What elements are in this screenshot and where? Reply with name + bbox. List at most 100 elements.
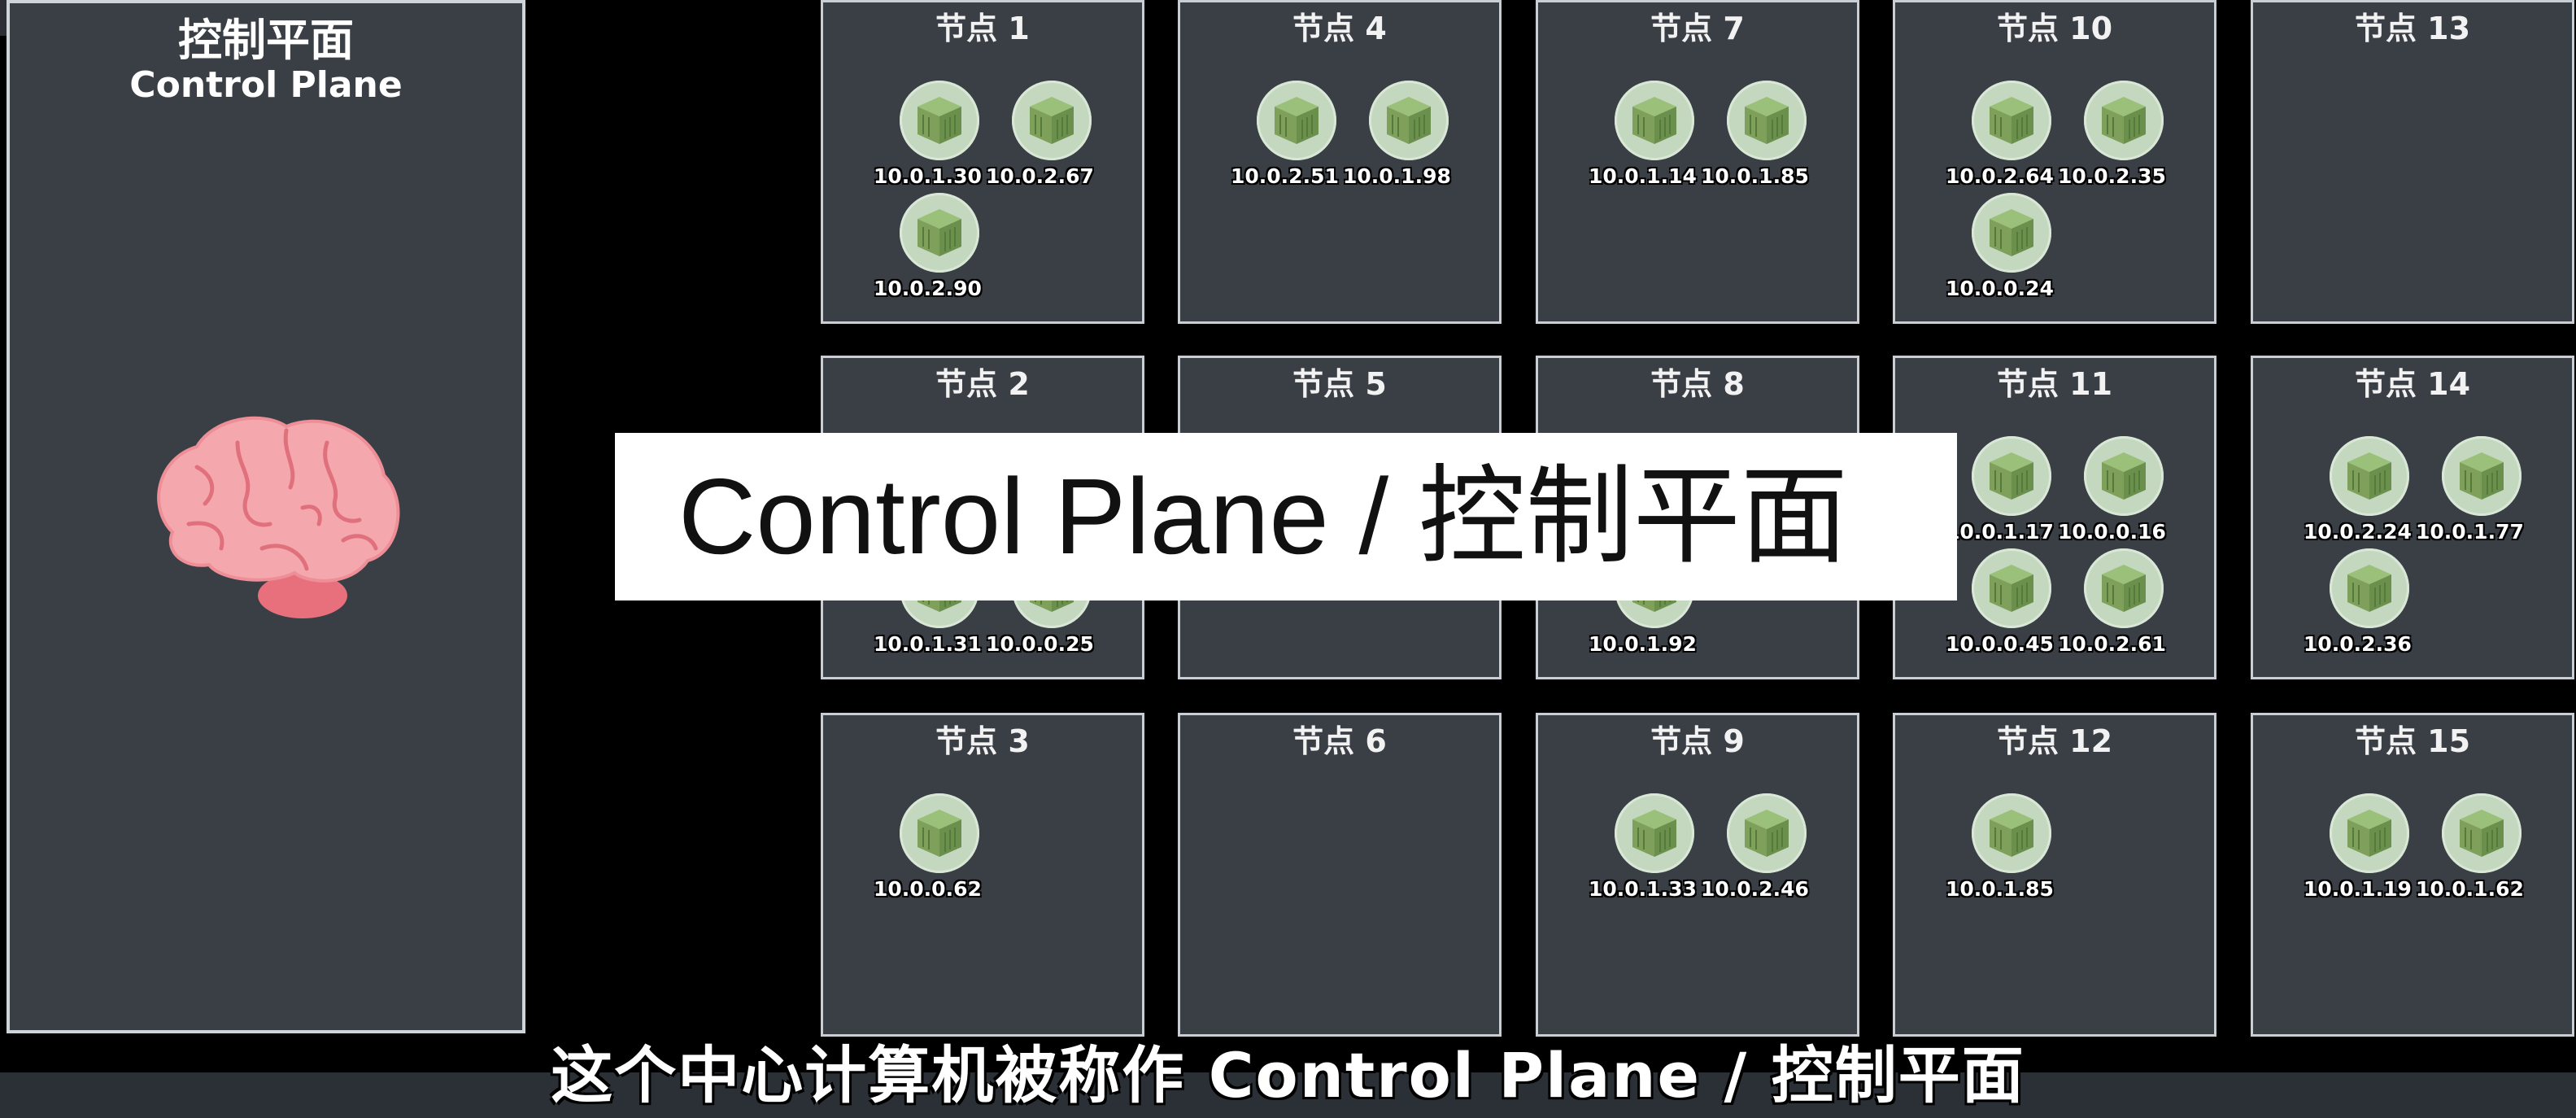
node-title: 节点 5 xyxy=(1292,366,1387,402)
container-cube-icon xyxy=(900,793,979,873)
pod-ip-label: 10.0.1.98 xyxy=(1343,164,1451,188)
container-cube-icon xyxy=(1727,81,1807,160)
pod-ip-label: 10.0.2.90 xyxy=(874,277,982,300)
pod: 10.0.1.19 xyxy=(2304,793,2417,901)
pod: 10.0.0.24 xyxy=(1946,193,2059,300)
brain-icon xyxy=(157,416,400,618)
container-cube-icon xyxy=(900,81,979,160)
worker-node: 节点 7 10.0.1.14 10.0.1.85 xyxy=(1536,0,1859,324)
pod-ip-label: 10.0.1.14 xyxy=(1589,164,1697,188)
pod-ip-label: 10.0.1.85 xyxy=(1946,877,2054,901)
node-title: 节点 14 xyxy=(2354,366,2471,402)
pod: 10.0.0.45 xyxy=(1946,548,2059,656)
pod-ip-label: 10.0.1.33 xyxy=(1589,877,1697,901)
container-cube-icon xyxy=(1369,81,1449,160)
container-cube-icon xyxy=(2442,793,2522,873)
node-title: 节点 4 xyxy=(1292,11,1387,46)
container-cube-icon xyxy=(1972,81,2051,160)
pod: 10.0.1.17 xyxy=(1946,436,2059,544)
pod-ip-label: 10.0.2.67 xyxy=(986,164,1094,188)
container-cube-icon xyxy=(2330,548,2409,628)
container-cube-icon xyxy=(2330,436,2409,516)
worker-node: 节点 14 10.0.2.24 10.0.1.77 10.0.2.36 xyxy=(2251,356,2574,679)
node-title: 节点 1 xyxy=(935,11,1030,46)
pod-ip-label: 10.0.1.17 xyxy=(1946,520,2054,544)
container-cube-icon xyxy=(2442,436,2522,516)
container-cube-icon xyxy=(1972,436,2051,516)
pod-ip-label: 10.0.0.25 xyxy=(986,632,1094,656)
control-plane-title-cn: 控制平面 xyxy=(178,15,354,66)
container-cube-icon xyxy=(1727,793,1807,873)
worker-node: 节点 4 10.0.2.51 10.0.1.98 xyxy=(1178,0,1502,324)
container-cube-icon xyxy=(1972,193,2051,273)
pod-ip-label: 10.0.0.62 xyxy=(874,877,982,901)
control-plane-panel: 控制平面 Control Plane xyxy=(7,0,525,1033)
worker-node: 节点 15 10.0.1.19 10.0.1.62 xyxy=(2251,713,2574,1037)
node-title: 节点 6 xyxy=(1292,723,1387,759)
container-cube-icon xyxy=(2330,793,2409,873)
pod: 10.0.2.51 xyxy=(1231,81,1345,188)
container-cube-icon xyxy=(1972,548,2051,628)
pod-ip-label: 10.0.2.61 xyxy=(2058,632,2166,656)
worker-node: 节点 12 10.0.1.85 xyxy=(1893,713,2216,1037)
pod-ip-label: 10.0.2.35 xyxy=(2058,164,2166,188)
pod: 10.0.1.98 xyxy=(1343,81,1457,188)
pod: 10.0.1.85 xyxy=(1946,793,2059,901)
pod: 10.0.1.62 xyxy=(2416,793,2530,901)
container-cube-icon xyxy=(1972,793,2051,873)
worker-node: 节点 1 10.0.1.30 10.0.2.67 10.0.2.90 xyxy=(821,0,1144,324)
video-frame: › 控制平面 Control Plane 节点 110.0.1.3010.0.2… xyxy=(0,0,2576,1118)
pod: 10.0.2.24 xyxy=(2304,436,2417,544)
pod-ip-label: 10.0.1.19 xyxy=(2304,877,2412,901)
worker-node: 节点 6 xyxy=(1178,713,1502,1037)
pod: 10.0.2.64 xyxy=(1946,81,2059,188)
pod: 10.0.1.14 xyxy=(1589,81,1702,188)
pod-ip-label: 10.0.0.45 xyxy=(1946,632,2054,656)
node-title: 节点 10 xyxy=(1996,11,2113,46)
pod: 10.0.0.16 xyxy=(2058,436,2172,544)
subtitle-text: 这个中心计算机被称作 Control Plane / 控制平面 xyxy=(551,1039,2025,1111)
pod: 10.0.2.67 xyxy=(986,81,1100,188)
pod: 10.0.1.30 xyxy=(874,81,987,188)
pod-ip-label: 10.0.2.46 xyxy=(1701,877,1809,901)
pod: 10.0.1.33 xyxy=(1589,793,1702,901)
pod-ip-label: 10.0.1.85 xyxy=(1701,164,1809,188)
pod-ip-label: 10.0.1.77 xyxy=(2416,520,2524,544)
container-cube-icon xyxy=(2084,548,2164,628)
pod-ip-label: 10.0.0.16 xyxy=(2058,520,2166,544)
node-title: 节点 11 xyxy=(1996,366,2113,402)
container-cube-icon xyxy=(1257,81,1336,160)
pod-ip-label: 10.0.2.51 xyxy=(1231,164,1339,188)
worker-node: 节点 9 10.0.1.33 10.0.2.46 xyxy=(1536,713,1859,1037)
container-cube-icon xyxy=(2084,81,2164,160)
pod: 10.0.2.36 xyxy=(2304,548,2417,656)
container-cube-icon xyxy=(1615,81,1694,160)
container-cube-icon xyxy=(1615,793,1694,873)
pod-ip-label: 10.0.1.92 xyxy=(1589,632,1697,656)
container-cube-icon xyxy=(1012,81,1092,160)
pod: 10.0.1.77 xyxy=(2416,436,2530,544)
node-title: 节点 2 xyxy=(935,366,1030,402)
overlay-caption-text: Control Plane / 控制平面 xyxy=(678,456,1848,576)
control-plane-title-en: Control Plane xyxy=(129,64,403,106)
pod: 10.0.2.90 xyxy=(874,193,987,300)
worker-node: 节点 3 10.0.0.62 xyxy=(821,713,1144,1037)
overlay-caption-box: Control Plane / 控制平面 xyxy=(615,433,1957,600)
pod-ip-label: 10.0.1.62 xyxy=(2416,877,2524,901)
pod-ip-label: 10.0.0.24 xyxy=(1946,277,2054,300)
pod-ip-label: 10.0.1.31 xyxy=(874,632,982,656)
worker-node: 节点 10 10.0.2.64 10.0.2.35 10.0.0.24 xyxy=(1893,0,2216,324)
pod: 10.0.2.35 xyxy=(2058,81,2172,188)
node-title: 节点 12 xyxy=(1996,723,2113,759)
container-cube-icon xyxy=(900,193,979,273)
node-title: 节点 13 xyxy=(2354,11,2471,46)
node-title: 节点 9 xyxy=(1650,723,1745,759)
container-cube-icon xyxy=(2084,436,2164,516)
node-title: 节点 3 xyxy=(935,723,1030,759)
node-title: 节点 15 xyxy=(2354,723,2471,759)
pod-ip-label: 10.0.1.30 xyxy=(874,164,982,188)
pod: 10.0.1.85 xyxy=(1701,81,1815,188)
pod-ip-label: 10.0.2.36 xyxy=(2304,632,2412,656)
pod-ip-label: 10.0.2.24 xyxy=(2304,520,2412,544)
pod: 10.0.2.46 xyxy=(1701,793,1815,901)
